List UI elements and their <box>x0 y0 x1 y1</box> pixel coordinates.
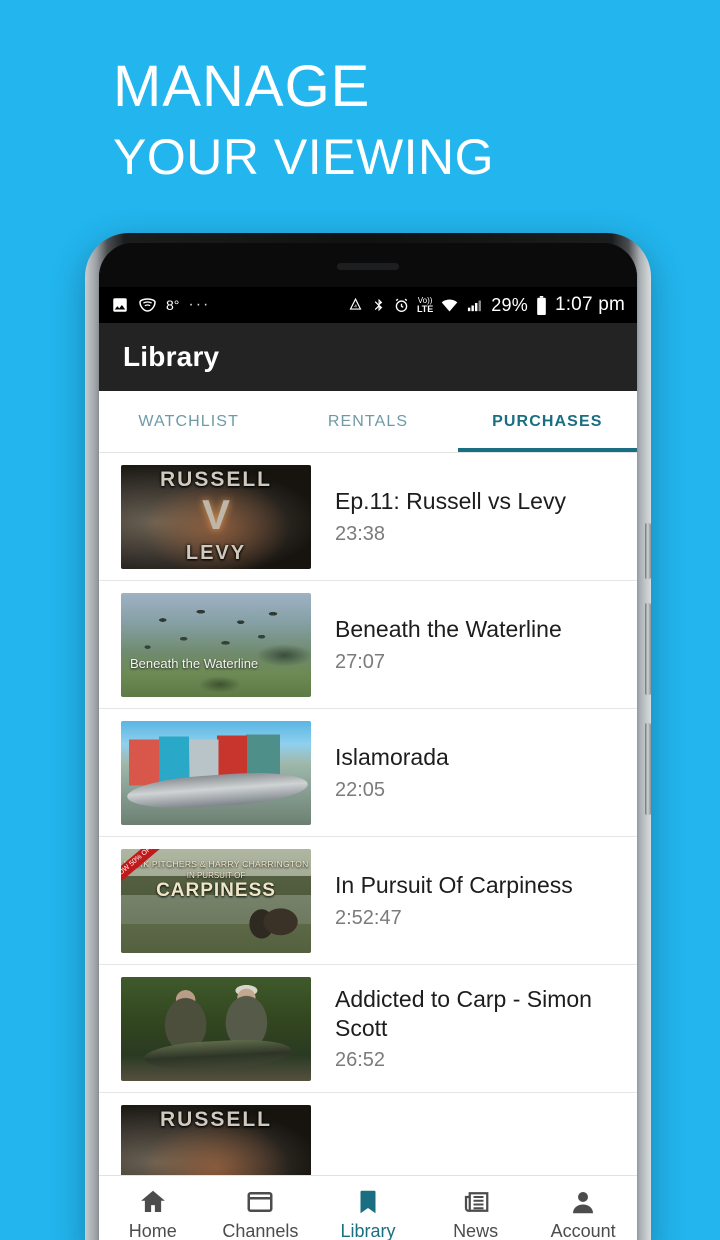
list-item[interactable]: Beneath the Waterline Beneath the Waterl… <box>99 581 637 709</box>
nav-item-account[interactable]: Account <box>529 1176 637 1240</box>
item-text: Addicted to Carp - Simon Scott 26:52 <box>311 985 621 1071</box>
list-item[interactable]: RUSSELL V LEVY Ep.11: Russell vs Levy 23… <box>99 453 637 581</box>
nav-label-channels: Channels <box>222 1221 299 1240</box>
thumbnail-title: CARPINESS <box>156 879 276 901</box>
power-button[interactable] <box>645 523 651 579</box>
list-item[interactable]: MARK PITCHERS & HARRY CHARRINGTON IN PUR… <box>99 837 637 965</box>
notification-overflow-icon: ··· <box>188 296 211 313</box>
photo-icon <box>111 296 129 314</box>
tab-watchlist[interactable]: WATCHLIST <box>99 391 278 452</box>
item-title: Islamorada <box>335 744 449 771</box>
status-bar-left: 8° ··· <box>111 296 210 314</box>
nav-label-home: Home <box>128 1221 177 1240</box>
phone-screen: 8° ··· 4 Vo)) LTE 29% 1:07 pm Library WA… <box>99 287 637 1240</box>
item-thumbnail[interactable]: RUSSELL V LEVY <box>121 464 311 569</box>
item-title: In Pursuit Of Carpiness <box>335 872 573 899</box>
thumbnail-title-mid: V <box>201 490 231 538</box>
tab-purchases[interactable]: PURCHASES <box>457 391 637 452</box>
thumbnail-title-top: RUSSELL <box>159 1107 272 1131</box>
battery-percent-label: 29% <box>491 294 528 315</box>
item-thumbnail[interactable] <box>121 976 311 1081</box>
nav-label-account: Account <box>550 1221 616 1240</box>
battery-icon <box>535 295 548 315</box>
bottom-navigation: Home Channels Library News Account <box>99 1175 637 1240</box>
tab-rentals[interactable]: RENTALS <box>278 391 457 452</box>
promo-heading: MANAGE YOUR VIEWING <box>113 54 495 185</box>
nav-label-news: News <box>453 1221 499 1240</box>
item-thumbnail[interactable]: RUSSELL <box>121 1104 311 1175</box>
item-duration: 26:52 <box>335 1048 386 1071</box>
item-thumbnail[interactable] <box>121 720 311 825</box>
list-item-partial[interactable]: RUSSELL <box>99 1093 637 1175</box>
item-duration: 23:38 <box>335 522 386 545</box>
item-text: Ep.11: Russell vs Levy 23:38 <box>311 487 621 545</box>
item-thumbnail[interactable]: MARK PITCHERS & HARRY CHARRINGTON IN PUR… <box>121 848 311 953</box>
temperature-label: 8° <box>166 297 180 313</box>
volte-icon: Vo)) LTE <box>416 297 434 314</box>
person-icon <box>568 1187 598 1217</box>
status-bar-right: 4 Vo)) LTE 29% 1:07 pm <box>347 294 625 316</box>
opera-shield-icon <box>138 296 157 314</box>
item-text: Beneath the Waterline 27:07 <box>311 615 621 673</box>
thumbnail-caption: Beneath the Waterline <box>130 655 259 671</box>
page-title: Library <box>123 341 220 372</box>
tab-bar: WATCHLIST RENTALS PURCHASES <box>99 391 637 453</box>
data-saver-icon: 4 <box>347 297 364 314</box>
list-item[interactable]: Addicted to Carp - Simon Scott 26:52 <box>99 965 637 1093</box>
svg-text:4: 4 <box>354 303 357 309</box>
item-duration: 22:05 <box>335 778 386 801</box>
list-item[interactable]: Islamorada 22:05 <box>99 709 637 837</box>
bookmark-icon <box>353 1187 383 1217</box>
clock-label: 1:07 pm <box>554 294 625 315</box>
purchases-list[interactable]: RUSSELL V LEVY Ep.11: Russell vs Levy 23… <box>99 453 637 1175</box>
alarm-icon <box>393 297 410 314</box>
status-bar: 8° ··· 4 Vo)) LTE 29% 1:07 pm <box>99 287 637 323</box>
phone-screen-bezel: 8° ··· 4 Vo)) LTE 29% 1:07 pm Library WA… <box>99 243 637 1240</box>
window-icon <box>245 1187 275 1217</box>
earpiece-speaker <box>337 263 399 270</box>
item-title: Ep.11: Russell vs Levy <box>335 488 566 515</box>
thumbnail-title-top: RUSSELL <box>159 467 272 491</box>
signal-icon <box>466 297 484 314</box>
nav-item-library[interactable]: Library <box>314 1176 422 1240</box>
home-icon <box>138 1187 168 1217</box>
nav-item-channels[interactable]: Channels <box>207 1176 315 1240</box>
thumbnail-subtitle: IN PURSUIT OF <box>186 870 246 880</box>
nav-item-news[interactable]: News <box>422 1176 530 1240</box>
promo-line-2: YOUR VIEWING <box>113 129 495 185</box>
item-thumbnail[interactable]: Beneath the Waterline <box>121 592 311 697</box>
app-bar: Library <box>99 323 637 391</box>
thumbnail-credits: MARK PITCHERS & HARRY CHARRINGTON <box>123 858 309 869</box>
volume-down-button[interactable] <box>645 723 651 815</box>
item-title: Addicted to Carp - Simon Scott <box>335 986 592 1041</box>
bluetooth-icon <box>371 296 386 314</box>
volte-bottom-label: LTE <box>416 304 434 314</box>
wifi-icon <box>440 297 459 314</box>
volume-up-button[interactable] <box>645 603 651 695</box>
item-duration: 27:07 <box>335 650 386 673</box>
item-text: Islamorada 22:05 <box>311 743 621 801</box>
item-text: In Pursuit Of Carpiness 2:52:47 <box>311 871 621 929</box>
newspaper-icon <box>461 1187 491 1217</box>
thumbnail-title-bottom: LEVY <box>185 541 247 564</box>
item-title: Beneath the Waterline <box>335 616 562 643</box>
nav-label-library: Library <box>340 1221 396 1240</box>
nav-item-home[interactable]: Home <box>99 1176 207 1240</box>
phone-top-bezel <box>99 243 637 287</box>
item-duration: 2:52:47 <box>335 906 402 929</box>
promo-line-1: MANAGE <box>113 54 371 119</box>
phone-device-frame: 8° ··· 4 Vo)) LTE 29% 1:07 pm Library WA… <box>85 233 651 1240</box>
